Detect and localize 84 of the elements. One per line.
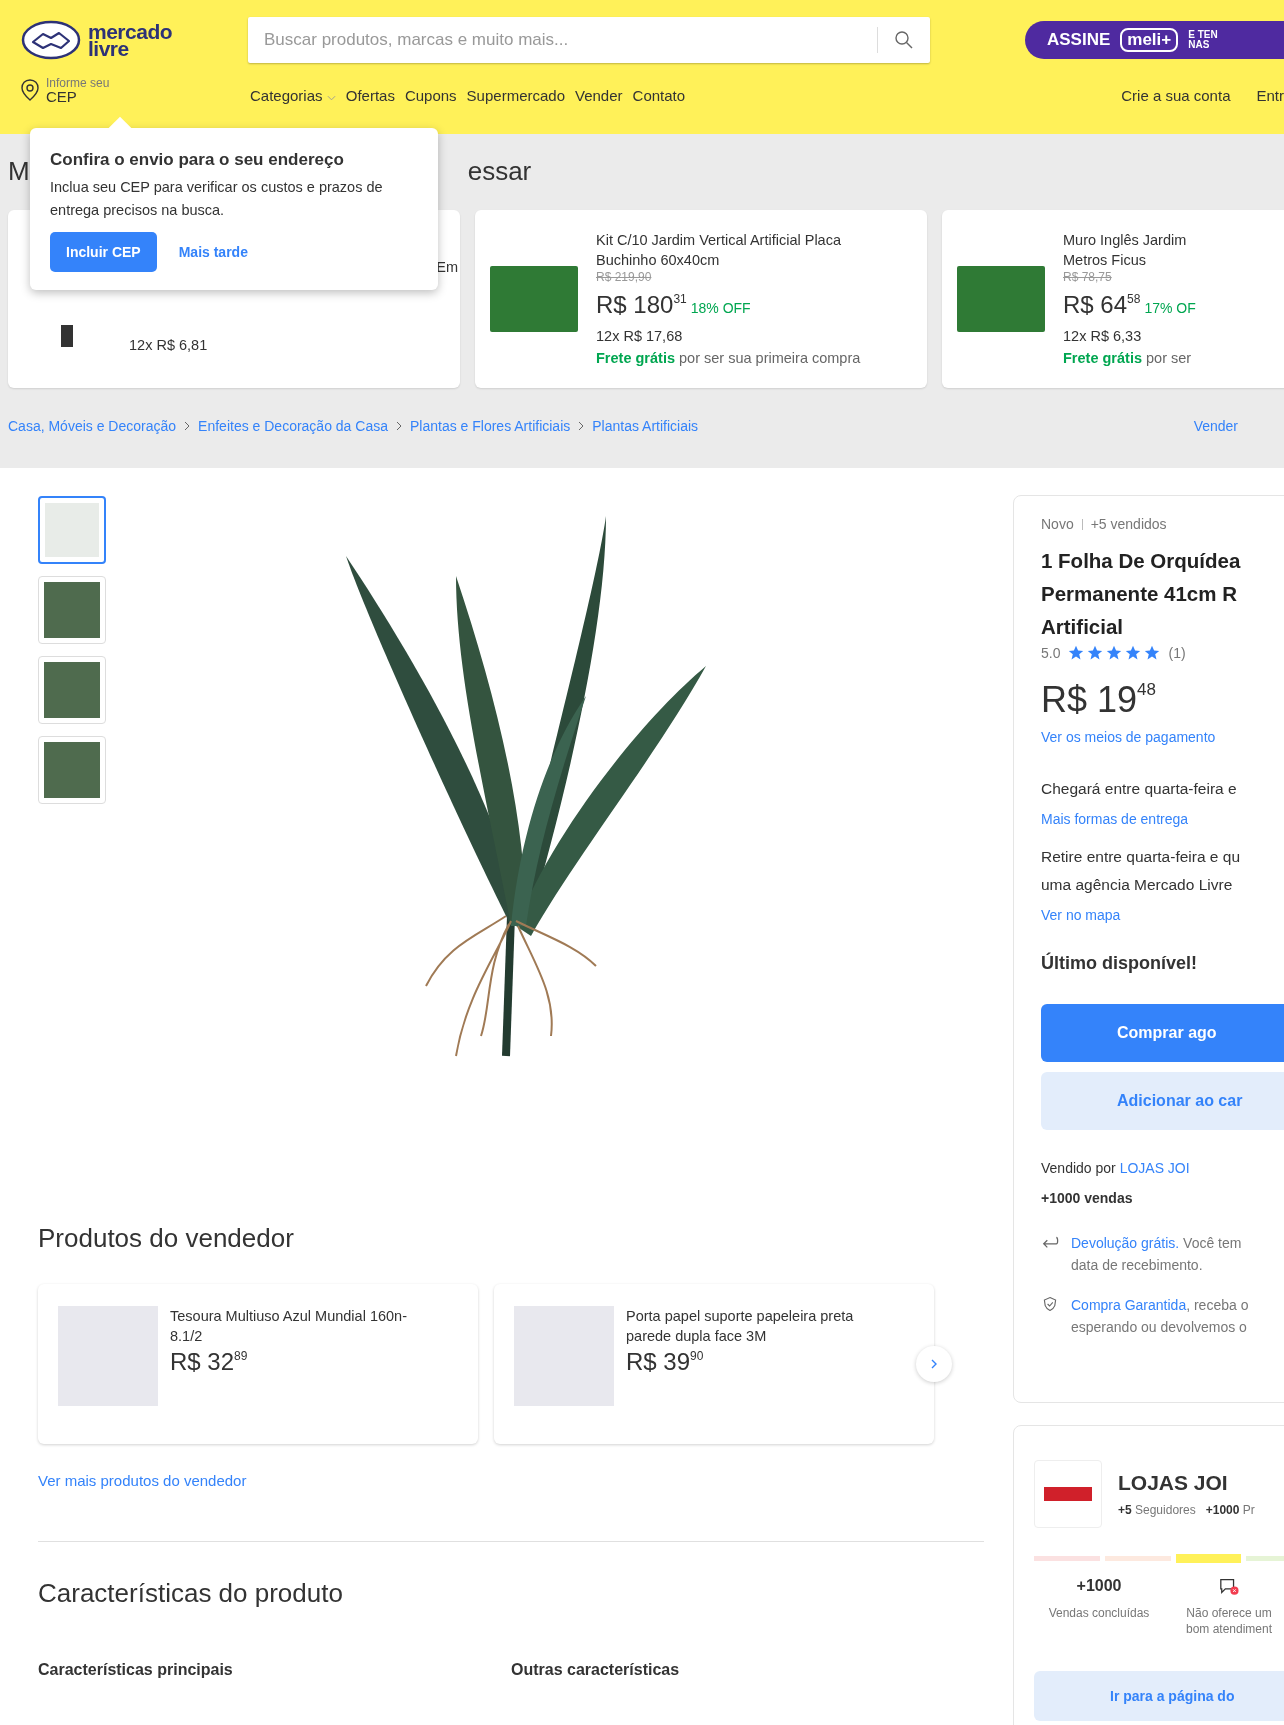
include-cep-button[interactable]: Incluir CEP bbox=[50, 232, 157, 272]
benefit-link[interactable]: Devolução grátis. bbox=[1071, 1235, 1180, 1251]
photo-placeholder bbox=[61, 325, 73, 347]
search-bar[interactable]: Buscar produtos, marcas e muito mais... bbox=[248, 17, 930, 63]
old-price: R$ 78,75 bbox=[1063, 270, 1113, 284]
chevron-right-icon bbox=[184, 421, 191, 431]
delivery-text: Chegará entre quarta-feira e bbox=[1041, 779, 1238, 799]
section-heading: Características do produto bbox=[38, 1578, 344, 1609]
chevron-down-icon bbox=[326, 94, 336, 101]
product-card[interactable]: Muro Inglês Jardim Metros Ficus R$ 78,75 R$ 64$^{58}$ 17% OF 12x R$ 6,33 Frete grátis por ser bbox=[942, 210, 1284, 388]
pickup-text: Retire entre quarta-feira e qu uma agência Mercado Livre bbox=[1041, 847, 1242, 895]
metric-label: Não oferece um bom atendiment bbox=[1184, 1605, 1274, 1637]
product-card[interactable]: Porta papel suporte papeleira preta parede dupla face 3M R$ 39$^{90}$ bbox=[494, 1284, 934, 1444]
price: R$ 180$^{31}$ bbox=[596, 290, 687, 320]
shipping-text: Frete grátis por ser sua primeira compra bbox=[596, 349, 862, 368]
stock-label: Último disponível! bbox=[1041, 953, 1198, 974]
price: R$ 32$^{89}$ bbox=[170, 1348, 249, 1376]
price: R$ 39$^{90}$ bbox=[626, 1348, 705, 1376]
nav-link[interactable]: Contato bbox=[632, 86, 686, 104]
nav-link[interactable]: Supermercado bbox=[466, 86, 565, 104]
search-icon[interactable] bbox=[894, 30, 914, 50]
installments-text: 12x R$ 17,68 bbox=[596, 327, 684, 346]
discount-label: 17% OF bbox=[1144, 299, 1196, 318]
chat-warning-icon bbox=[1219, 1577, 1239, 1597]
delivery-options-link[interactable]: Mais formas de entrega bbox=[1041, 811, 1284, 827]
store-name: LOJAS JOI bbox=[1118, 1471, 1229, 1495]
condition-label: Novo bbox=[1041, 516, 1074, 532]
meli-plus-logo: meli+ bbox=[1120, 28, 1179, 52]
store-stats: +5 Seguidores +1000 Pr bbox=[1118, 1503, 1255, 1517]
price: R$ 19$^{48}$ bbox=[1041, 679, 1157, 721]
logo-wordmark: mercado livre bbox=[88, 23, 173, 57]
product-title: 1 Folha De Orquídea Permanente 41cm R Artificial bbox=[1041, 548, 1242, 640]
product-title[interactable]: Tesoura Multiuso Azul Mundial 160n- 8.1/2 bbox=[170, 1306, 407, 1346]
location-pin-icon[interactable] bbox=[20, 79, 40, 101]
installments-text: 12x R$ 6,33 bbox=[1063, 327, 1143, 346]
chevron-right-icon bbox=[578, 421, 585, 431]
subsection-heading: Características principais bbox=[38, 1661, 234, 1679]
chevron-right-icon bbox=[931, 1359, 937, 1369]
nav-link[interactable]: Cupons bbox=[404, 86, 457, 104]
benefit-text: Devolução grátis. Você tem data de recebimento. bbox=[1071, 1234, 1242, 1275]
metric-value: +1000 bbox=[1076, 1577, 1122, 1596]
more-products-link[interactable]: Ver mais produtos do vendedor bbox=[38, 1472, 984, 1489]
review-count: (1) bbox=[1168, 645, 1186, 661]
sold-count: +5 vendidos bbox=[1090, 516, 1167, 532]
installments-text: 12x R$ 6,81 bbox=[129, 336, 209, 355]
return-arrow-icon bbox=[1041, 1234, 1059, 1250]
map-link[interactable]: Ver no mapa bbox=[1041, 907, 1284, 923]
product-title[interactable]: Porta papel suporte papeleira preta parede dupla face 3M bbox=[626, 1306, 854, 1346]
buy-now-button[interactable]: Comprar ago bbox=[1041, 1004, 1284, 1062]
account-link[interactable]: Entr bbox=[1256, 86, 1284, 104]
location-label: Informe seu bbox=[46, 76, 110, 90]
nav-link[interactable]: Vender bbox=[575, 86, 623, 104]
search-field[interactable]: Buscar produtos, marcas e muito mais... bbox=[248, 30, 877, 50]
location-link[interactable]: CEP bbox=[46, 90, 110, 104]
price: R$ 64$^{58}$ bbox=[1063, 290, 1141, 320]
account-link[interactable]: Crie a sua conta bbox=[1121, 86, 1231, 104]
metric-label: Vendas concluídas bbox=[1047, 1605, 1151, 1621]
rating-score: 5.0 bbox=[1041, 645, 1061, 661]
banner-tagline: E TEN NAS bbox=[1188, 30, 1218, 50]
shipping-text: Frete grátis por ser bbox=[1063, 349, 1193, 368]
product-card[interactable]: Kit C/10 Jardim Vertical Artificial Placa Buchinho 60x40cm R$ 219,90 R$ 180$^{31}$ 18% OFF 12x R$ 17,68 Frete grátis por ser sua primeira compra bbox=[475, 210, 927, 388]
section-heading: M bbox=[8, 156, 30, 188]
nav-link[interactable]: Ofertas bbox=[345, 86, 395, 104]
subsection-heading: Outras características bbox=[511, 1661, 681, 1679]
discount-label: 18% OFF bbox=[690, 299, 751, 318]
product-card[interactable]: Tesoura Multiuso Azul Mundial 160n- 8.1/2 R$ 32$^{89}$ bbox=[38, 1284, 478, 1444]
shield-check-icon bbox=[1041, 1296, 1059, 1312]
benefit-text: Compra Garantida, receba o esperando ou devolvemos o bbox=[1071, 1296, 1249, 1337]
sold-by-label: Vendido por bbox=[1041, 1160, 1116, 1176]
section-heading: essar bbox=[467, 156, 532, 188]
popover-title: Confira o envio para o seu endereço bbox=[50, 150, 345, 170]
categories-menu[interactable]: Categorias bbox=[250, 86, 336, 104]
subscription-banner[interactable]: ASSINE meli+ E TEN NAS bbox=[1025, 21, 1284, 59]
later-link[interactable]: Mais tarde bbox=[178, 244, 248, 260]
old-price: R$ 219,90 bbox=[596, 270, 653, 284]
product-title[interactable]: Kit C/10 Jardim Vertical Artificial Placa Buchinho 60x40cm bbox=[596, 230, 912, 270]
seller-link[interactable]: LOJAS JOI bbox=[1119, 1160, 1190, 1176]
seller-sales: +1000 vendas bbox=[1041, 1190, 1134, 1206]
image-thumbnail[interactable] bbox=[38, 496, 106, 564]
chevron-right-icon bbox=[395, 421, 402, 431]
section-heading: Produtos do vendedor bbox=[38, 1223, 295, 1254]
payment-methods-link[interactable]: Ver os meios de pagamento bbox=[1041, 729, 1284, 745]
store-logo bbox=[1034, 1460, 1102, 1528]
product-title[interactable]: Muro Inglês Jardim Metros Ficus bbox=[1063, 230, 1284, 270]
